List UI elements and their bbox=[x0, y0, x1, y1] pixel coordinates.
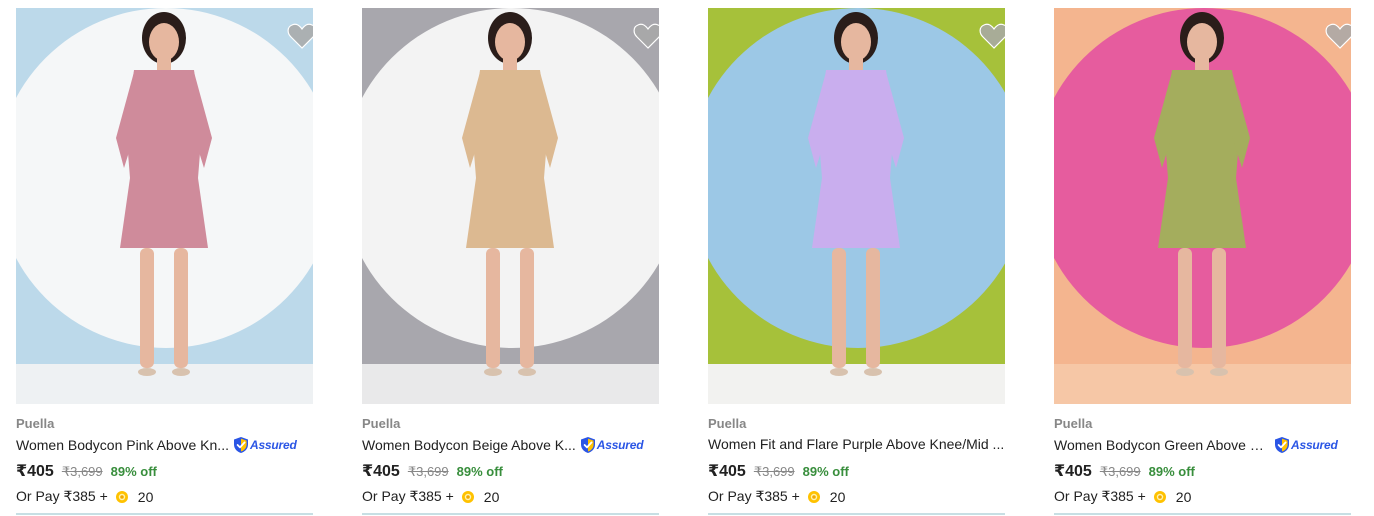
coin-count: 20 bbox=[829, 488, 846, 505]
pay-with-coins-text: Or Pay ₹385 + bbox=[1054, 488, 1146, 504]
brand-name: Puella bbox=[1054, 416, 1093, 431]
price-row: ₹405 ₹3,699 89% off bbox=[362, 461, 503, 481]
assured-label: Assured bbox=[249, 438, 297, 452]
brand-name: Puella bbox=[362, 416, 401, 431]
product-image[interactable] bbox=[708, 8, 1005, 404]
product-card-4[interactable]: Puella Women Bodycon Green Above K... As… bbox=[1054, 8, 1351, 516]
product-card-1[interactable]: Puella Women Bodycon Pink Above Kn... As… bbox=[16, 8, 313, 516]
supercoin-icon bbox=[1153, 490, 1166, 503]
selling-price: ₹405 bbox=[16, 463, 54, 480]
assured-badge: Assured bbox=[1274, 436, 1338, 454]
shield-check-icon bbox=[233, 437, 248, 453]
price-row: ₹405 ₹3,699 89% off bbox=[16, 461, 157, 481]
assured-label: Assured bbox=[1291, 438, 1338, 452]
selling-price: ₹405 bbox=[1054, 463, 1092, 480]
price-row: ₹405 ₹3,699 89% off bbox=[708, 461, 849, 481]
discount-percent: 89% off bbox=[802, 464, 849, 479]
product-grid: Puella Women Bodycon Pink Above Kn... As… bbox=[0, 0, 1374, 516]
original-price: ₹3,699 bbox=[1099, 464, 1141, 479]
selling-price: ₹405 bbox=[708, 463, 746, 480]
product-image[interactable] bbox=[362, 8, 659, 404]
title-row: Women Bodycon Green Above K... Assured bbox=[1054, 436, 1351, 454]
card-divider bbox=[1054, 513, 1351, 515]
title-row: Women Bodycon Beige Above K... Assured bbox=[362, 436, 659, 454]
shield-check-icon bbox=[1275, 437, 1289, 453]
discount-percent: 89% off bbox=[1148, 464, 1195, 479]
supercoin-icon bbox=[115, 490, 128, 503]
selling-price: ₹405 bbox=[362, 463, 400, 480]
wishlist-heart-icon[interactable] bbox=[287, 22, 313, 50]
supercoin-icon bbox=[807, 490, 820, 503]
pay-with-coins-text: Or Pay ₹385 + bbox=[362, 488, 454, 504]
coin-count: 20 bbox=[483, 488, 500, 505]
supercoin-offer: Or Pay ₹385 + 20 bbox=[1054, 488, 1191, 505]
coin-count: 20 bbox=[137, 488, 154, 505]
supercoin-offer: Or Pay ₹385 + 20 bbox=[362, 488, 499, 505]
assured-label: Assured bbox=[596, 438, 644, 452]
product-photo bbox=[708, 8, 1005, 404]
brand-name: Puella bbox=[16, 416, 55, 431]
product-title[interactable]: Women Bodycon Beige Above K... bbox=[362, 437, 576, 453]
original-price: ₹3,699 bbox=[753, 464, 795, 479]
wishlist-heart-icon[interactable] bbox=[979, 22, 1005, 50]
pay-with-coins-text: Or Pay ₹385 + bbox=[16, 488, 108, 504]
title-row: Women Fit and Flare Purple Above Knee/Mi… bbox=[708, 436, 1005, 452]
original-price: ₹3,699 bbox=[407, 464, 449, 479]
supercoin-offer: Or Pay ₹385 + 20 bbox=[16, 488, 153, 505]
shield-check-icon bbox=[580, 437, 595, 453]
product-image[interactable] bbox=[16, 8, 313, 404]
assured-badge: Assured bbox=[233, 436, 297, 454]
pay-with-coins-text: Or Pay ₹385 + bbox=[708, 488, 800, 504]
product-card-2[interactable]: Puella Women Bodycon Beige Above K... As… bbox=[362, 8, 659, 516]
card-divider bbox=[708, 513, 1005, 515]
product-image[interactable] bbox=[1054, 8, 1351, 404]
product-photo bbox=[16, 8, 313, 404]
product-photo bbox=[362, 8, 659, 404]
discount-percent: 89% off bbox=[456, 464, 503, 479]
price-row: ₹405 ₹3,699 89% off bbox=[1054, 461, 1195, 481]
product-title[interactable]: Women Bodycon Pink Above Kn... bbox=[16, 437, 229, 453]
card-divider bbox=[16, 513, 313, 515]
coin-count: 20 bbox=[1175, 488, 1192, 505]
wishlist-heart-icon[interactable] bbox=[1325, 22, 1351, 50]
discount-percent: 89% off bbox=[110, 464, 157, 479]
supercoin-icon bbox=[461, 490, 474, 503]
original-price: ₹3,699 bbox=[61, 464, 103, 479]
title-row: Women Bodycon Pink Above Kn... Assured bbox=[16, 436, 313, 454]
product-photo bbox=[1054, 8, 1351, 404]
product-title[interactable]: Women Bodycon Green Above K... bbox=[1054, 437, 1270, 453]
brand-name: Puella bbox=[708, 416, 747, 431]
assured-badge: Assured bbox=[580, 436, 644, 454]
supercoin-offer: Or Pay ₹385 + 20 bbox=[708, 488, 845, 505]
card-divider bbox=[362, 513, 659, 515]
wishlist-heart-icon[interactable] bbox=[633, 22, 659, 50]
product-title[interactable]: Women Fit and Flare Purple Above Knee/Mi… bbox=[708, 436, 1004, 452]
product-card-3[interactable]: Puella Women Fit and Flare Purple Above … bbox=[708, 8, 1005, 516]
